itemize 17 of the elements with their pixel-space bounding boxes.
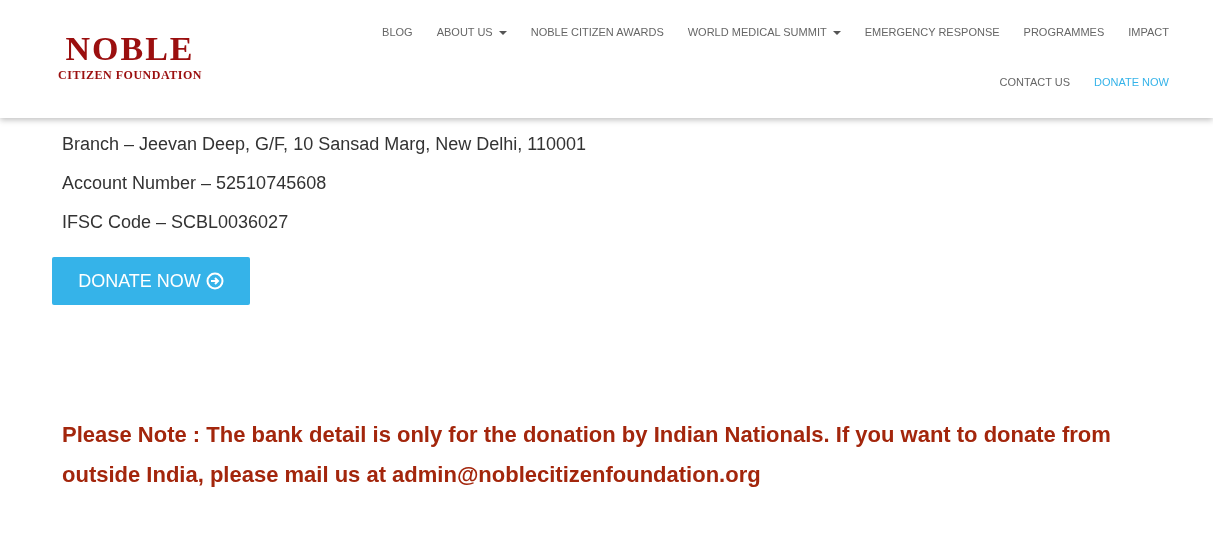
bank-detail-text: Account Number – 52510745608 [62, 172, 328, 195]
bank-detail-text: IFSC Code – SCBL0036027 [62, 211, 290, 234]
nav-link[interactable]: NOBLE CITIZEN AWARDS [518, 20, 676, 45]
caret-icon [498, 30, 507, 35]
bank-detail-text: Branch – Jeevan Deep, G/F, 10 Sansad Marg, New Delhi, 110001 [62, 133, 587, 156]
nav-link[interactable]: ABOUT US [424, 20, 519, 45]
nav-link[interactable]: IMPACT [1116, 20, 1181, 45]
logo-subtitle[interactable]: CITIZEN FOUNDATION [58, 68, 202, 82]
arrow-circle-icon [205, 272, 224, 290]
nav-link[interactable]: WORLD MEDICAL SUMMIT [675, 20, 853, 45]
nav-link[interactable]: EMERGENCY RESPONSE [852, 20, 1012, 45]
nav-link[interactable]: PROGRAMMES [1011, 20, 1117, 45]
nav-link[interactable]: BLOG [370, 20, 425, 45]
logo-title[interactable]: NOBLE [65, 32, 195, 66]
caret-icon [832, 30, 841, 35]
nav-link[interactable]: CONTACT US [987, 70, 1083, 95]
bank-note-paragraph: Please Note : The bank detail is only for the donation by Indian Nationals. If you want to donate from outside India, please mail us at admin@noblecitizenfoundation.org [62, 421, 1112, 489]
